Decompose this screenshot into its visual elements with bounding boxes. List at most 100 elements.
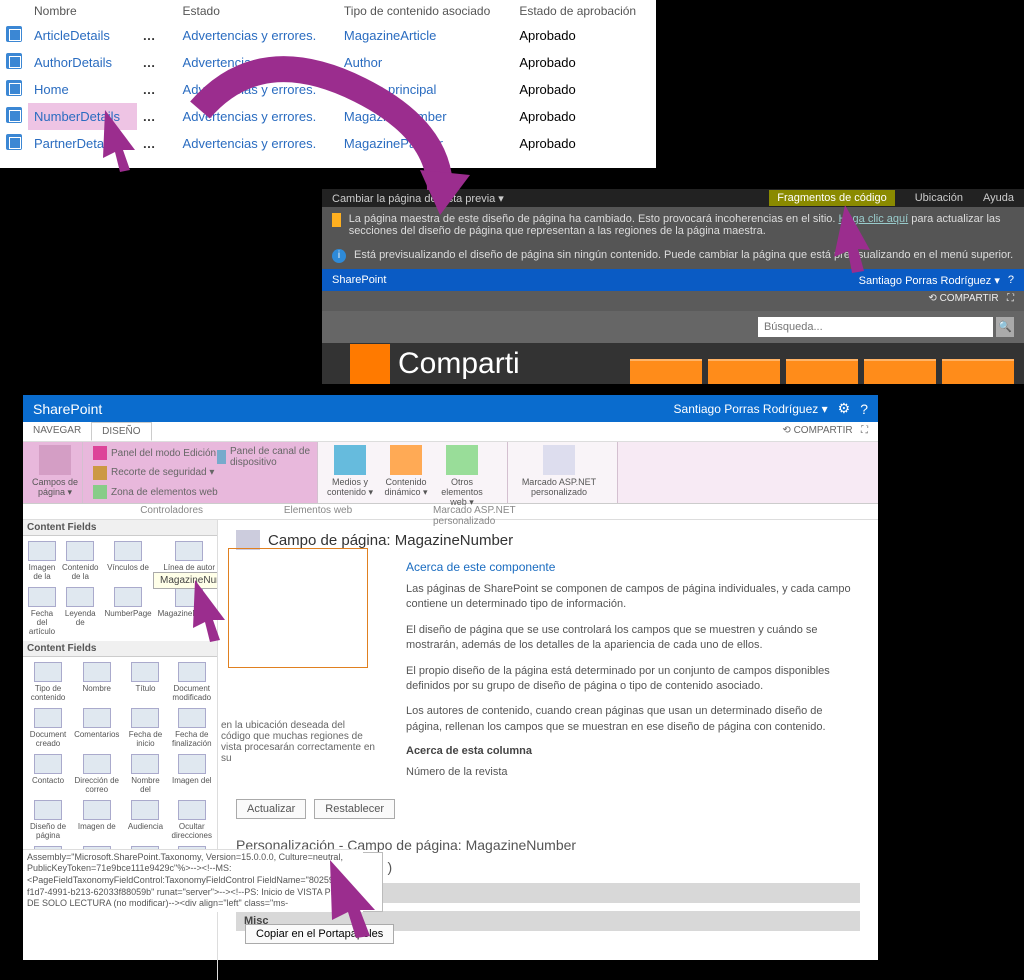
zona-webparts-button[interactable]: Zona de elementos web [89,484,311,500]
user-menu[interactable]: Santiago Porras Rodríguez ▾ [674,402,828,416]
item-menu[interactable]: … [143,82,157,97]
field-item[interactable]: Contacto [26,752,70,796]
search-input[interactable] [758,317,993,337]
sharepoint-brand: SharePoint [33,401,102,417]
layout-link[interactable]: PartnerDetails [34,136,116,151]
tab-diseno[interactable]: DISEÑO [91,422,151,441]
layout-link[interactable]: AuthorDetails [34,55,112,70]
layout-link[interactable]: ArticleDetails [34,28,110,43]
status-link[interactable]: Advertencias y errores. [183,55,317,70]
item-menu[interactable]: … [143,55,157,70]
field-item[interactable]: Nombre del [123,752,167,796]
layout-link[interactable]: Home [34,82,69,97]
help-icon[interactable]: ? [1008,274,1014,286]
field-tooltip: MagazineNumber [153,572,218,589]
item-menu[interactable]: … [143,136,157,151]
user-menu[interactable]: Santiago Porras Rodríguez ▾ [859,274,1000,287]
field-item[interactable]: MagazineNumber [156,585,218,638]
snippets-link[interactable]: Fragmentos de código [769,190,894,206]
col-tipo[interactable]: Tipo de contenido asociado [338,0,513,22]
info-icon: i [332,249,346,263]
about-p2: El diseño de página que se use controlar… [406,623,860,654]
col-estado[interactable]: Estado [177,0,338,22]
field-item[interactable]: Ocultar direcciones [170,798,214,842]
ctype-link[interactable]: Author [344,55,382,70]
field-item[interactable]: Fecha de inicio [123,706,167,750]
field-item[interactable]: Document modificado [170,660,214,704]
site-logo: Comparti [350,344,520,384]
column-desc: Número de la revista [406,765,860,780]
layout-link[interactable]: NumberDetails [34,109,120,124]
nav-tiles [630,359,1014,384]
field-item[interactable]: NumberPage [102,585,153,638]
snippet-hint: en la ubicación deseada del código que m… [221,720,376,764]
info-preview-nocontent: Está previsualizando el diseño de página… [354,249,1013,261]
help-icon[interactable]: ? [860,401,868,417]
about-heading: Acerca de este componente [406,560,860,574]
change-preview-dropdown[interactable]: Cambiar la página de vista previa ▾ [332,192,504,205]
file-icon [6,53,22,69]
item-menu[interactable]: … [143,28,157,43]
status-link[interactable]: Advertencias y errores. [183,28,317,43]
field-item[interactable]: Fecha de finalización [170,706,214,750]
field-item[interactable]: Audiencia [123,798,167,842]
ctype-link[interactable]: Página principal [344,82,437,97]
update-regions-link[interactable]: Haga clic aquí [839,213,909,225]
dinamico-button[interactable]: Contenido dinámico ▾ [380,445,432,508]
approval-status: Aprobado [513,103,656,130]
field-item[interactable]: Imagen del [170,752,214,796]
aspnet-button[interactable]: Marcado ASP.NET personalizado [514,445,604,497]
field-item[interactable]: Tipo de contenido [26,660,70,704]
page-field-title: Campo de página: MagazineNumber [236,530,860,550]
field-item[interactable]: Vínculos de [102,539,153,583]
gear-icon[interactable]: ⚙ [838,400,851,417]
share-link[interactable]: ⟲ COMPARTIR [928,293,998,304]
item-menu[interactable]: … [143,109,157,124]
approval-status: Aprobado [513,22,656,49]
file-icon [6,107,22,123]
tab-navegar[interactable]: NAVEGAR [23,422,91,441]
share-link[interactable]: ⟲ COMPARTIR ⛶ [772,422,878,441]
field-icon [236,530,260,550]
reset-button[interactable]: Restablecer [314,799,395,819]
otros-webparts-button[interactable]: Otros elementos web ▾ [436,445,488,508]
location-link[interactable]: Ubicación [915,192,963,204]
field-item[interactable]: Imagen de [72,798,121,842]
ctype-link[interactable]: MagazineArticle [344,28,437,43]
copy-clipboard-button[interactable]: Copiar en el Portapapeles [245,924,394,944]
field-item[interactable]: Nombre [72,660,121,704]
col-icon [0,0,28,22]
status-link[interactable]: Advertencias y errores. [183,109,317,124]
column-heading: Acerca de esta columna [406,745,860,757]
search-icon[interactable]: 🔍 [996,317,1014,337]
ctype-link[interactable]: MagazinePartner [344,136,443,151]
status-link[interactable]: Advertencias y errores. [183,136,317,151]
design-preview-panel: Cambiar la página de vista previa ▾ Frag… [322,189,1024,384]
status-link[interactable]: Advertencias y errores. [183,82,317,97]
about-p3: El propio diseño de la página está deter… [406,664,860,695]
snippet-gallery-panel: SharePoint Santiago Porras Rodríguez ▾ ⚙… [23,395,878,960]
content-fields-header-2: Content Fields [23,641,217,657]
campos-pagina-button[interactable]: Campos de página ▾ [29,445,81,498]
field-item[interactable]: Leyenda de [60,585,100,638]
approval-status: Aprobado [513,49,656,76]
approval-status: Aprobado [513,130,656,157]
field-item[interactable]: Título [123,660,167,704]
ctype-link[interactable]: MagazineNumber [344,109,447,124]
file-icon [6,26,22,42]
field-item[interactable]: Fecha del artículo [26,585,58,638]
update-button[interactable]: Actualizar [236,799,306,819]
field-item[interactable]: Contenido de la [60,539,100,583]
field-item[interactable]: Document creado [26,706,70,750]
col-nombre[interactable]: Nombre [28,0,137,22]
field-item[interactable]: Diseño de página [26,798,70,842]
panel-canal-button[interactable]: Panel de canal de dispositivo [213,445,317,469]
field-item[interactable]: Imagen de la [26,539,58,583]
page-layouts-table: Nombre Estado Tipo de contenido asociado… [0,0,656,168]
warning-icon [332,213,341,227]
help-link[interactable]: Ayuda [983,192,1014,204]
col-aprobacion[interactable]: Estado de aprobación [513,0,656,22]
medios-button[interactable]: Medios y contenido ▾ [324,445,376,508]
field-item[interactable]: Comentarios [72,706,121,750]
field-item[interactable]: Dirección de correo [72,752,121,796]
